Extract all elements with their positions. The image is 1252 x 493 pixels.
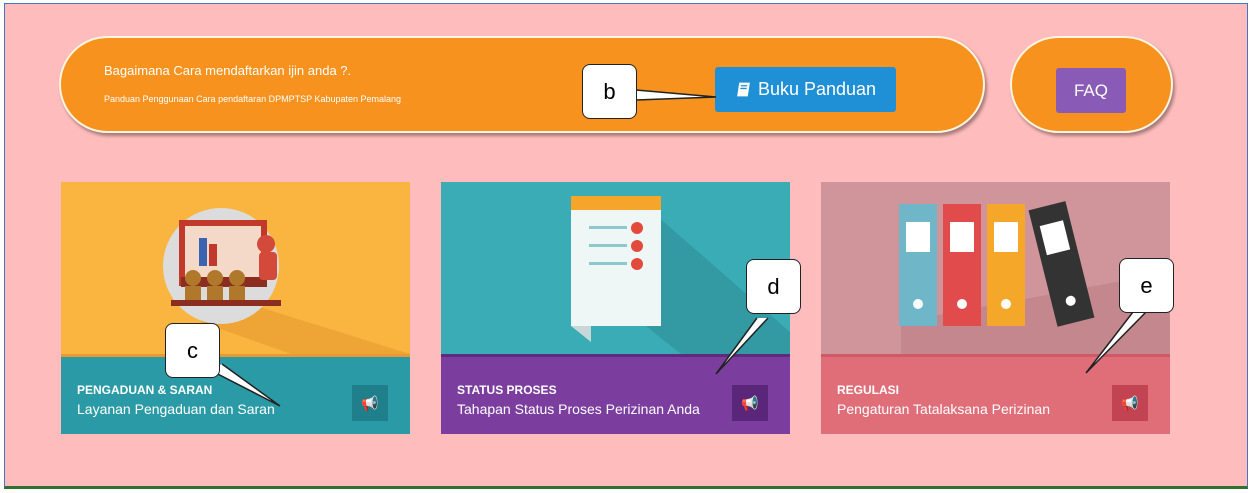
- card-title: REGULASI: [837, 383, 900, 397]
- callout-c: c: [165, 323, 220, 378]
- card-bar: STATUS PROSES Tahapan Status Proses Peri…: [441, 354, 790, 434]
- card-bar: PENGADUAN & SARAN Layanan Pengaduan dan …: [61, 354, 410, 434]
- card-subtitle: Tahapan Status Proses Perizinan Anda: [457, 401, 700, 417]
- checklist-illustration: [441, 182, 790, 354]
- card-regulasi[interactable]: REGULASI Pengaturan Tatalaksana Perizina…: [821, 182, 1170, 434]
- banner-title: Bagaimana Cara mendaftarkan ijin anda ?.: [104, 63, 352, 78]
- card-subtitle: Layanan Pengaduan dan Saran: [77, 401, 275, 417]
- guide-banner: Bagaimana Cara mendaftarkan ijin anda ?.…: [59, 36, 985, 133]
- faq-button[interactable]: FAQ: [1056, 68, 1126, 113]
- binders-illustration: [821, 182, 1170, 354]
- card-title: STATUS PROSES: [457, 383, 557, 397]
- book-icon: [737, 82, 750, 97]
- callout-b: b: [582, 64, 637, 119]
- guide-button-label: Buku Panduan: [757, 79, 877, 99]
- megaphone-icon[interactable]: 📢: [352, 385, 388, 421]
- callout-e: e: [1119, 258, 1174, 313]
- faq-pill: FAQ: [1010, 36, 1173, 133]
- card-title: PENGADUAN & SARAN: [77, 383, 213, 397]
- card-status-proses[interactable]: STATUS PROSES Tahapan Status Proses Peri…: [441, 182, 790, 434]
- megaphone-icon[interactable]: 📢: [1112, 385, 1148, 421]
- callout-d: d: [746, 259, 801, 314]
- guide-book-button[interactable]: Buku Panduan: [715, 67, 896, 112]
- banner-subtitle: Panduan Penggunaan Cara pendaftaran DPMP…: [104, 94, 402, 104]
- card-subtitle: Pengaturan Tatalaksana Perizinan: [837, 401, 1051, 417]
- card-bar: REGULASI Pengaturan Tatalaksana Perizina…: [821, 354, 1170, 434]
- presentation-illustration: [61, 182, 410, 354]
- megaphone-icon[interactable]: 📢: [732, 385, 768, 421]
- card-pengaduan[interactable]: PENGADUAN & SARAN Layanan Pengaduan dan …: [61, 182, 410, 434]
